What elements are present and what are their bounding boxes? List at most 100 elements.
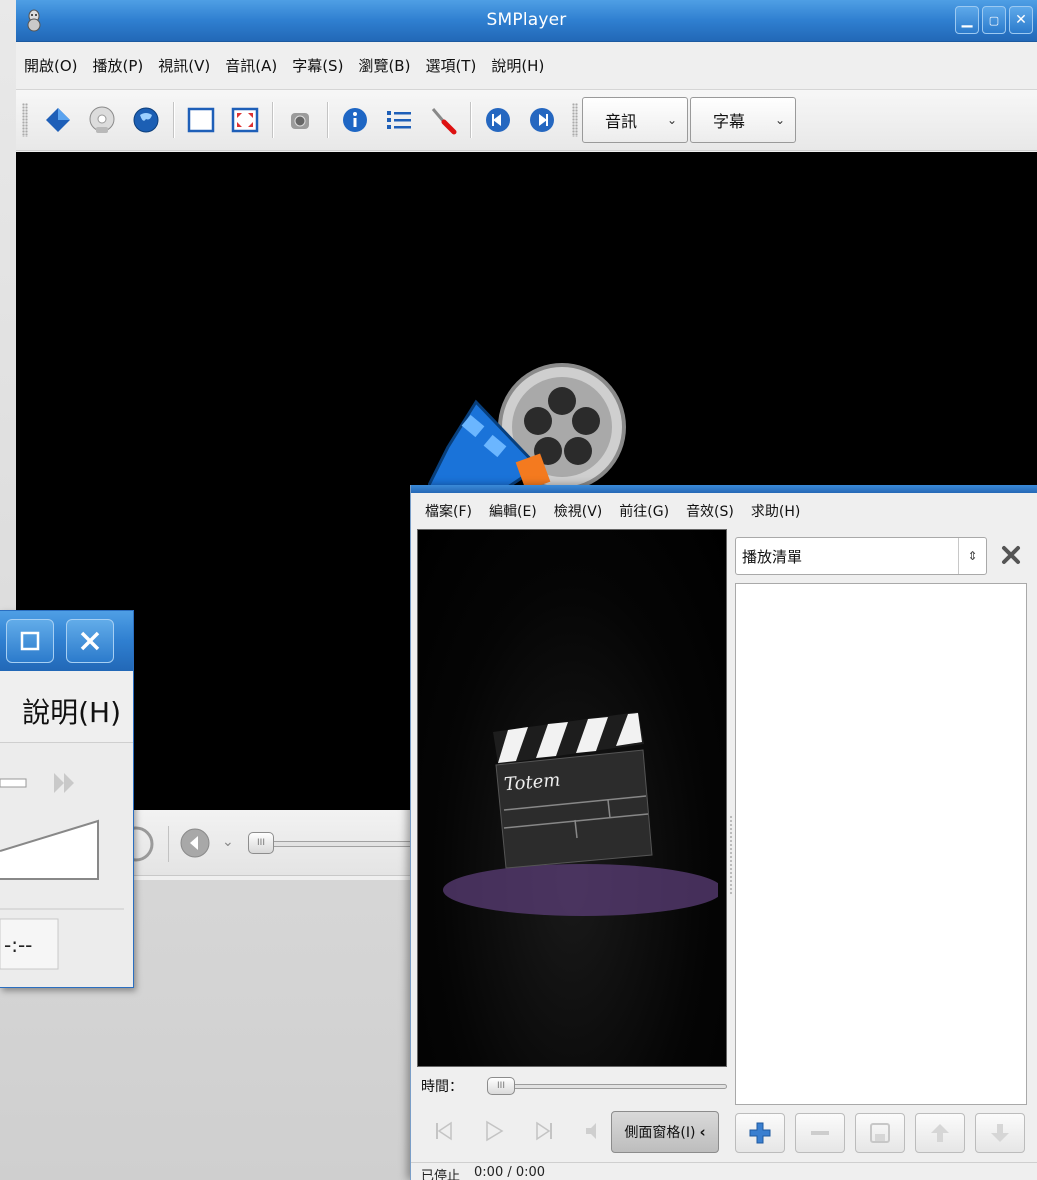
totem-seek-handle[interactable]: III xyxy=(487,1077,515,1095)
seek-handle[interactable]: III xyxy=(248,832,274,854)
totem-menu-go[interactable]: 前往(G) xyxy=(619,501,669,521)
smplayer-menubar: 開啟(O) 播放(P) 視訊(V) 音訊(A) 字幕(S) 瀏覽(B) 選項(T… xyxy=(16,42,1037,90)
totem-logo-icon xyxy=(443,712,718,916)
menu-help[interactable]: 說明(H) xyxy=(491,55,544,76)
camera-icon xyxy=(291,113,309,129)
playlist-remove-button[interactable] xyxy=(795,1113,845,1153)
toolbar-grip[interactable] xyxy=(22,103,28,137)
spinner-arrows-icon: ⇕ xyxy=(958,538,986,574)
maximize-icon xyxy=(20,631,40,651)
open-dvd-button[interactable] xyxy=(86,104,118,136)
open-url-button[interactable] xyxy=(130,104,162,136)
maximize-button[interactable]: ▢ xyxy=(982,6,1006,34)
playlist-save-button[interactable] xyxy=(855,1113,905,1153)
control-separator xyxy=(168,826,169,862)
totem-menu-help[interactable]: 求助(H) xyxy=(751,501,800,521)
mini-maximize-button[interactable] xyxy=(6,619,54,663)
playlist-move-up-button[interactable] xyxy=(915,1113,965,1153)
sidebar-toggle-button[interactable]: 側面窗格(I) ‹ xyxy=(611,1111,719,1153)
previous-icon xyxy=(486,108,510,132)
audio-track-combo[interactable]: 音訊 ⌄ xyxy=(582,97,688,143)
totem-menu-file[interactable]: 檔案(F) xyxy=(425,501,472,521)
dvd-icon xyxy=(89,106,115,133)
menu-options[interactable]: 選項(T) xyxy=(425,55,476,76)
menu-video[interactable]: 視訊(V) xyxy=(158,55,210,76)
open-file-button[interactable] xyxy=(42,104,74,136)
minimize-button[interactable]: ▁ xyxy=(955,6,979,34)
rewind-icon[interactable] xyxy=(178,826,212,860)
playback-state: 已停止 xyxy=(421,1169,461,1180)
seek-track[interactable] xyxy=(256,841,416,847)
minimize-icon: ▁ xyxy=(961,12,973,28)
next-icon xyxy=(530,108,554,132)
chevron-down-icon: ⌄ xyxy=(774,113,785,127)
chevron-down-icon: ⌄ xyxy=(666,113,677,127)
totem-play-button[interactable] xyxy=(477,1114,511,1148)
screwdriver-icon xyxy=(431,108,457,135)
open-file-icon xyxy=(46,108,70,132)
window-title: SMPlayer xyxy=(486,10,567,30)
mini-time-display: -:-- xyxy=(4,933,33,957)
mini-window-titlebar[interactable] xyxy=(0,611,133,671)
close-button[interactable]: ✕ xyxy=(1009,6,1033,34)
rewind-menu-chevron-icon[interactable]: ⌄ xyxy=(222,834,234,850)
toolbar-separator xyxy=(327,102,328,138)
playlist-add-button[interactable] xyxy=(735,1113,785,1153)
playback-time: 0:00 / 0:00 xyxy=(474,1165,546,1180)
volume-icon xyxy=(586,1123,596,1139)
sidebar-close-button[interactable] xyxy=(999,543,1023,567)
sidebar-selector-combo[interactable]: 播放清單 ⇕ xyxy=(735,537,987,575)
skip-forward-icon xyxy=(536,1121,552,1141)
mini-menu-help[interactable]: 說明(H) xyxy=(22,691,121,731)
playlist-list[interactable] xyxy=(735,583,1027,1105)
screenshot-button[interactable] xyxy=(284,104,316,136)
window-icon xyxy=(187,107,215,133)
arrow-up-icon xyxy=(931,1124,949,1142)
globe-icon xyxy=(133,107,159,133)
close-icon xyxy=(1002,546,1020,564)
previous-button[interactable] xyxy=(482,104,514,136)
toolbar-grip[interactable] xyxy=(572,103,578,137)
audio-track-label: 音訊 xyxy=(605,112,638,131)
playlist-move-down-button[interactable] xyxy=(975,1113,1025,1153)
time-label: 時間： xyxy=(421,1079,463,1095)
sidebar-toggle-label: 側面窗格(I) xyxy=(624,1125,696,1141)
totem-titlebar[interactable] xyxy=(411,485,1037,493)
subtitle-track-combo[interactable]: 字幕 ⌄ xyxy=(690,97,796,143)
totem-next-button[interactable] xyxy=(527,1114,561,1148)
totem-menu-view[interactable]: 檢視(V) xyxy=(554,501,603,521)
preferences-button[interactable] xyxy=(427,104,459,136)
save-icon xyxy=(870,1123,890,1143)
totem-previous-button[interactable] xyxy=(427,1114,461,1148)
playlist-actions xyxy=(735,1113,1035,1153)
mini-window-menubar: 說明(H) xyxy=(0,671,133,743)
sidebar-resize-handle[interactable] xyxy=(729,815,733,895)
next-button[interactable] xyxy=(526,104,558,136)
smplayer-logo-icon xyxy=(428,363,626,487)
totem-menu-sound[interactable]: 音效(S) xyxy=(686,501,734,521)
info-icon xyxy=(343,108,367,132)
menu-play[interactable]: 播放(P) xyxy=(93,55,144,76)
menu-browse[interactable]: 瀏覽(B) xyxy=(358,55,410,76)
menu-open[interactable]: 開啟(O) xyxy=(24,55,78,76)
info-button[interactable] xyxy=(339,104,371,136)
close-icon: ✕ xyxy=(1015,12,1027,28)
menu-audio[interactable]: 音訊(A) xyxy=(225,55,277,76)
arrow-down-icon xyxy=(991,1124,1009,1142)
compact-mode-button[interactable] xyxy=(185,104,217,136)
totem-volume-button[interactable] xyxy=(577,1114,611,1148)
totem-menu-edit[interactable]: 編輯(E) xyxy=(489,501,537,521)
toolbar-separator xyxy=(272,102,273,138)
smplayer-titlebar[interactable]: SMPlayer ▁ ▢ ✕ xyxy=(16,0,1037,42)
fullscreen-button[interactable] xyxy=(229,104,261,136)
totem-video-area[interactable]: Totem xyxy=(417,529,727,1067)
playlist-button[interactable] xyxy=(383,104,415,136)
menu-subtitles[interactable]: 字幕(S) xyxy=(292,55,343,76)
toolbar-separator xyxy=(173,102,174,138)
totem-window: 檔案(F) 編輯(E) 檢視(V) 前往(G) 音效(S) 求助(H) Tote… xyxy=(410,485,1037,1180)
sidebar-selector-label: 播放清單 xyxy=(742,547,803,566)
chevron-left-icon: ‹ xyxy=(699,1123,706,1141)
mini-close-button[interactable] xyxy=(66,619,114,663)
totem-seek-track[interactable] xyxy=(489,1084,727,1089)
play-icon xyxy=(486,1120,504,1142)
